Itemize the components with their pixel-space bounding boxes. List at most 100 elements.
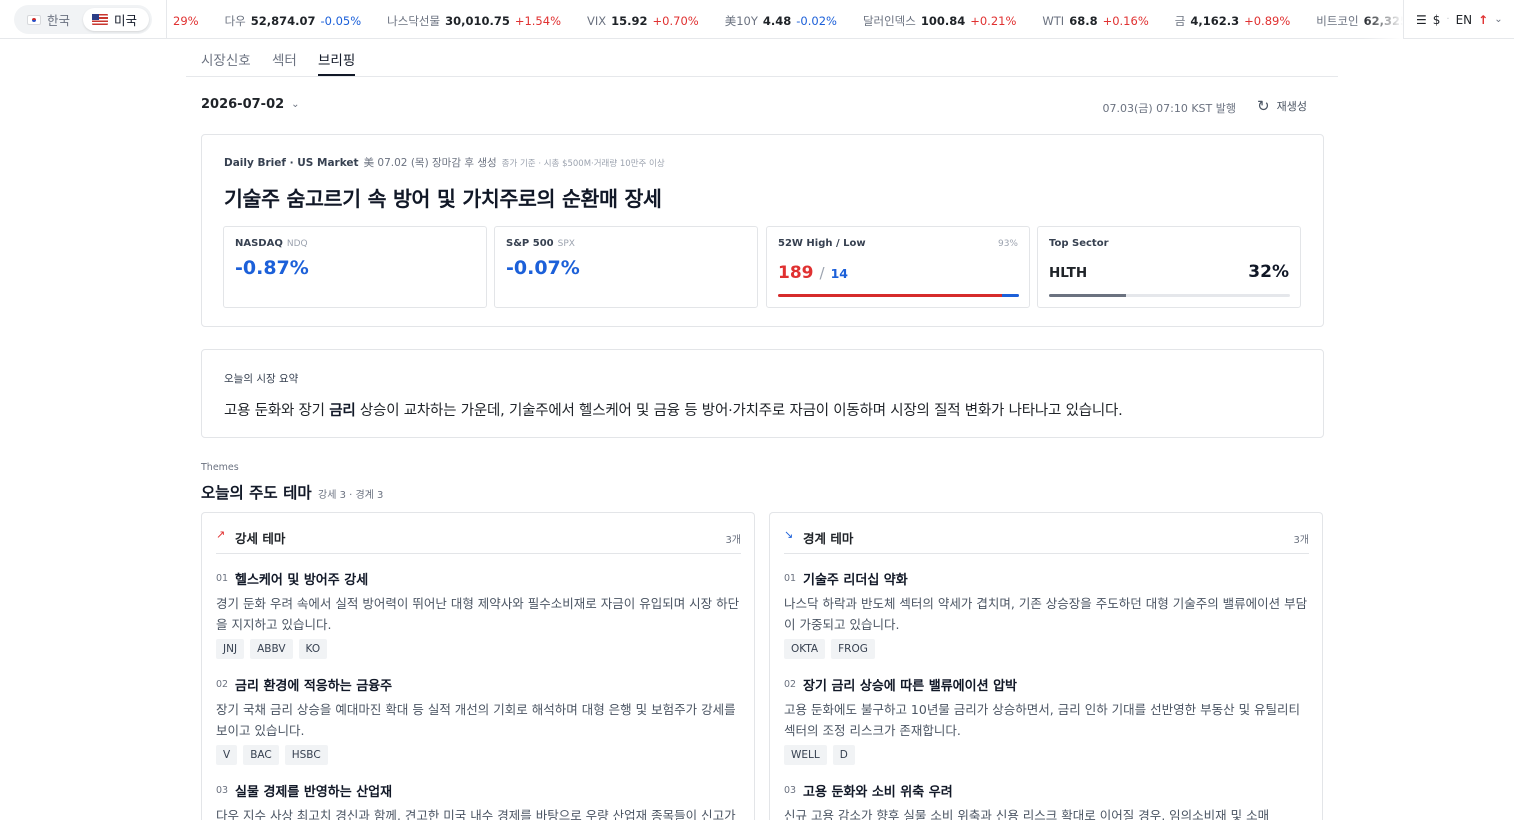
ticker-chips: WELL D xyxy=(784,745,855,765)
ticker-item[interactable]: 금 4,162.3 +0.89% xyxy=(1175,13,1291,29)
ticker-chip[interactable]: WELL xyxy=(784,745,827,765)
ticker-chip[interactable]: ABBV xyxy=(250,639,293,659)
top-right-controls: ☰ $ · EN ↑ ⌄ xyxy=(1403,0,1514,39)
currency-toggle[interactable]: $ xyxy=(1433,13,1441,27)
usa-flag-icon xyxy=(92,14,108,25)
ticker-value: 100.84 xyxy=(920,14,966,28)
date-value: 2026-07-02 xyxy=(201,97,285,112)
ticker-name: 나스닥선물 xyxy=(387,14,441,28)
low-count: 14 xyxy=(830,266,848,281)
regenerate-button[interactable]: ↻ 재생성 xyxy=(1257,97,1307,115)
strong-themes-count: 3개 xyxy=(725,535,741,546)
ticker-item[interactable]: WTI 68.8 +0.16% xyxy=(1042,14,1148,28)
ticker-item[interactable]: 달러인덱스 100.84 +0.21% xyxy=(863,13,1016,29)
theme-name: 헬스케어 및 방어주 강세 xyxy=(235,573,369,588)
market-summary-card: 오늘의 시장 요약 고용 둔화와 장기 금리 상승이 교차하는 가운데, 기술주… xyxy=(201,349,1324,438)
stat-label: S&P 500 SPX xyxy=(506,238,575,249)
region-us-label: 미국 xyxy=(114,13,138,28)
ticker-chip[interactable]: BAC xyxy=(243,745,279,765)
strong-themes-header: ↗ 강세 테마 3개 xyxy=(216,513,741,554)
date-selector[interactable]: 2026-07-02 ⌄ xyxy=(201,97,300,112)
ticker-item[interactable]: 29% xyxy=(173,14,199,28)
korea-flag-icon xyxy=(27,14,41,25)
ticker-chip[interactable]: V xyxy=(216,745,238,765)
brief-meta: Daily Brief · US Market 美 07.02 (목) 장마감 후… xyxy=(224,155,665,170)
highlow-bar xyxy=(778,294,1019,297)
ticker-item[interactable]: VIX 15.92 +0.70% xyxy=(587,14,699,28)
ticker-name: 금 xyxy=(1174,14,1186,28)
highlow-values: 189 / 14 xyxy=(778,263,848,283)
ticker-track: 29% 다우 52,874.07 -0.05% 나스닥선물 30,010.75 +1.54%… xyxy=(173,13,1403,29)
ticker-value: 4,162.3 xyxy=(1190,14,1240,28)
region-us-button[interactable]: 미국 xyxy=(83,8,149,31)
ticker-chip[interactable]: OKTA xyxy=(784,639,826,659)
ticker-name: 다우 xyxy=(224,14,246,28)
ticker-name: VIX xyxy=(587,14,607,28)
ticker-value: 68.8 xyxy=(1069,14,1098,28)
refresh-icon: ↻ xyxy=(1257,97,1270,115)
nasdaq-label: NASDAQ xyxy=(235,238,283,249)
sector-bar-fill xyxy=(1049,294,1127,297)
theme-number: 01 xyxy=(784,573,797,584)
ticker-chip[interactable]: HSBC xyxy=(284,745,328,765)
top-sector-name: HLTH xyxy=(1049,265,1088,281)
ticker-value: 15.92 xyxy=(611,14,648,28)
separator-dot: · xyxy=(1446,14,1450,25)
trend-up-icon: ↗ xyxy=(216,528,226,541)
theme-number: 03 xyxy=(216,785,229,796)
tab-briefing[interactable]: 브리핑 xyxy=(318,49,356,76)
ticker-name: WTI xyxy=(1042,14,1065,28)
theme-number: 02 xyxy=(784,679,797,690)
theme-description: 고용 둔화에도 불구하고 10년물 금리가 상승하면서, 금리 인하 기대를 선… xyxy=(784,702,1301,738)
theme-number: 03 xyxy=(784,785,797,796)
sp500-code: SPX xyxy=(557,239,575,249)
ticker-chips: JNJ ABBV KO xyxy=(216,639,328,659)
top-sector-pct: 32% xyxy=(1248,262,1289,282)
stat-top-sector: Top Sector HLTH 32% xyxy=(1037,226,1301,308)
brief-sub: 美 07.02 (목) 장마감 후 생성 xyxy=(363,157,497,169)
ticker-change: +0.16% xyxy=(1102,14,1149,28)
ticker-item[interactable]: 美10Y 4.48 -0.02% xyxy=(725,13,837,29)
themes-title: 오늘의 주도 테마 xyxy=(201,484,312,502)
ticker-chip[interactable]: JNJ xyxy=(216,639,245,659)
daily-brief-card: Daily Brief · US Market 美 07.02 (목) 장마감 후… xyxy=(201,134,1324,327)
summary-text-part: 고용 둔화와 장기 xyxy=(224,403,330,419)
ticker-item[interactable]: 나스닥선물 30,010.75 +1.54% xyxy=(387,13,561,29)
summary-text: 고용 둔화와 장기 금리 상승이 교차하는 가운데, 기술주에서 헬스케어 및 … xyxy=(224,399,1123,420)
ticker-value: 4.48 xyxy=(762,14,792,28)
summary-text-part: 상승이 교차하는 가운데, 기술주에서 헬스케어 및 금융 등 방어·가치주로 … xyxy=(355,403,1123,419)
brief-label: Daily Brief · US Market xyxy=(224,157,359,169)
theme-number: 02 xyxy=(216,679,229,690)
ticker-item[interactable]: 다우 52,874.07 -0.05% xyxy=(225,13,362,29)
strong-themes-card: ↗ 강세 테마 3개 01 헬스케어 및 방어주 강세 경기 둔화 우려 속에서 실… xyxy=(201,512,755,820)
tab-market-signal[interactable]: 시장신호 xyxy=(201,49,251,76)
ticker-chip[interactable]: FROG xyxy=(831,639,875,659)
ticker-name: 비트코인 xyxy=(1316,14,1359,28)
arrow-up-icon: ↑ xyxy=(1478,12,1489,27)
ticker-value: 52,874.07 xyxy=(250,14,316,28)
caution-themes-count: 3개 xyxy=(1293,535,1309,546)
ticker-change: -0.02% xyxy=(796,14,837,28)
region-kr-button[interactable]: 한국 xyxy=(18,8,82,31)
chevron-down-icon: ⌄ xyxy=(291,99,300,110)
ticker-change: +1.54% xyxy=(514,14,561,28)
theme-name: 기술주 리더십 약화 xyxy=(803,573,908,588)
chevron-down-icon[interactable]: ⌄ xyxy=(1494,14,1502,25)
nasdaq-code: NDQ xyxy=(286,239,308,249)
nasdaq-change: -0.87% xyxy=(235,257,309,279)
highlow-pct: 93% xyxy=(997,239,1018,249)
language-toggle[interactable]: EN xyxy=(1456,13,1473,27)
sector-bar xyxy=(1049,294,1290,297)
ticker-chip[interactable]: KO xyxy=(298,639,328,659)
published-time: 07.03(금) 07:10 KST 발행 xyxy=(1102,102,1236,115)
ticker-chip[interactable]: D xyxy=(832,745,855,765)
tab-sector[interactable]: 섹터 xyxy=(272,49,297,76)
themes-eyebrow: Themes xyxy=(201,462,239,473)
brief-criteria: 종가 기준 · 시총 $500M·거래량 10만주 이상 xyxy=(501,159,665,169)
highlow-label: 52W High / Low xyxy=(778,238,866,249)
sliders-icon[interactable]: ☰ xyxy=(1416,13,1427,27)
ticker-name: 美10Y xyxy=(724,14,758,28)
sp500-label: S&P 500 xyxy=(506,238,554,249)
ticker-change: +0.21% xyxy=(970,14,1017,28)
stat-nasdaq: NASDAQ NDQ -0.87% xyxy=(223,226,487,308)
